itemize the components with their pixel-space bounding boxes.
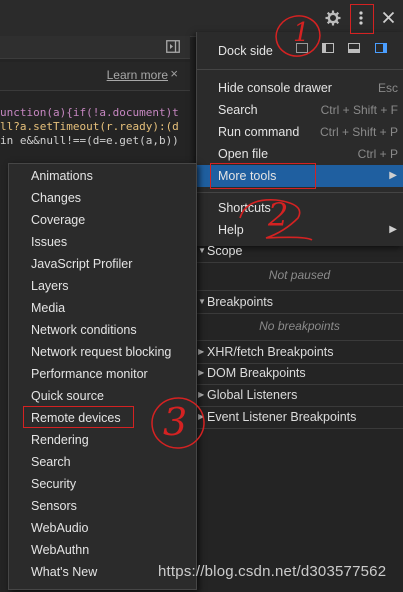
submenu-item-security[interactable]: Security [9, 473, 196, 495]
code-line-2: ll?a.setTimeout(r.ready):(d [0, 120, 179, 133]
menu-item-open-file[interactable]: Open file Ctrl + P [197, 143, 403, 165]
annotation-box-more-tools [210, 163, 316, 189]
learn-more-link[interactable]: Learn more [107, 68, 168, 82]
submenu-arrow-icon: ▶ [389, 224, 397, 235]
scope-empty-text: Not paused [268, 268, 331, 282]
annotation-box-remote-devices [23, 406, 134, 428]
submenu-item-javascript-profiler[interactable]: JavaScript Profiler [9, 253, 196, 275]
global-listeners-header[interactable]: ▶ Global Listeners [196, 384, 403, 407]
sources-toolbar [0, 36, 190, 59]
submenu-item-network-request-blocking[interactable]: Network request blocking [9, 341, 196, 363]
toggle-sidebar-icon[interactable] [166, 40, 180, 53]
submenu-item-sensors[interactable]: Sensors [9, 495, 196, 517]
collapse-triangle-icon: ▶ [198, 368, 205, 377]
submenu-arrow-icon: ▶ [389, 170, 397, 181]
gear-icon[interactable] [325, 10, 341, 26]
collapse-triangle-icon: ▶ [198, 347, 205, 356]
breakpoints-empty-text: No breakpoints [259, 319, 340, 333]
dock-side-label: Dock side [218, 44, 273, 58]
expand-triangle-icon: ▼ [198, 246, 206, 255]
annotation-number-3: 3 [163, 400, 188, 444]
dock-right-icon[interactable] [375, 43, 387, 53]
close-icon[interactable] [382, 11, 395, 24]
submenu-item-webaudio[interactable]: WebAudio [9, 517, 196, 539]
xhr-breakpoints-header[interactable]: ▶ XHR/fetch Breakpoints [196, 340, 403, 364]
submenu-item-changes[interactable]: Changes [9, 187, 196, 209]
submenu-item-media[interactable]: Media [9, 297, 196, 319]
submenu-item-performance-monitor[interactable]: Performance monitor [9, 363, 196, 385]
code-line-3: in e&&null!==(d=e.get(a,b)) [0, 134, 179, 147]
dom-breakpoints-header[interactable]: ▶ DOM Breakpoints [196, 362, 403, 385]
annotation-number-2: 2 [268, 196, 289, 234]
submenu-item-layers[interactable]: Layers [9, 275, 196, 297]
menu-item-hide-console-drawer[interactable]: Hide console drawer Esc [197, 77, 403, 99]
annotation-box-kebab [350, 4, 374, 34]
menu-item-search[interactable]: Search Ctrl + Shift + F [197, 99, 403, 121]
info-banner: Learn more × [0, 62, 190, 91]
submenu-item-network-conditions[interactable]: Network conditions [9, 319, 196, 341]
more-tools-submenu: Animations Changes Coverage Issues JavaS… [8, 163, 197, 590]
code-line-1: unction(a){if(!a.document)t [0, 106, 179, 119]
annotation-number-1: 1 [293, 18, 310, 48]
submenu-item-search[interactable]: Search [9, 451, 196, 473]
dock-bottom-icon[interactable] [348, 43, 360, 53]
menu-item-run-command[interactable]: Run command Ctrl + Shift + P [197, 121, 403, 143]
expand-triangle-icon: ▼ [198, 297, 206, 306]
submenu-item-issues[interactable]: Issues [9, 231, 196, 253]
submenu-item-coverage[interactable]: Coverage [9, 209, 196, 231]
close-banner-icon[interactable]: × [170, 66, 178, 81]
watermark-text: https://blog.csdn.net/d303577562 [158, 563, 387, 580]
event-listener-breakpoints-header[interactable]: ▶ Event Listener Breakpoints [196, 406, 403, 429]
breakpoints-section-header[interactable]: ▼ Breakpoints [196, 290, 403, 314]
submenu-item-animations[interactable]: Animations [9, 165, 196, 187]
submenu-item-webauthn[interactable]: WebAuthn [9, 539, 196, 561]
